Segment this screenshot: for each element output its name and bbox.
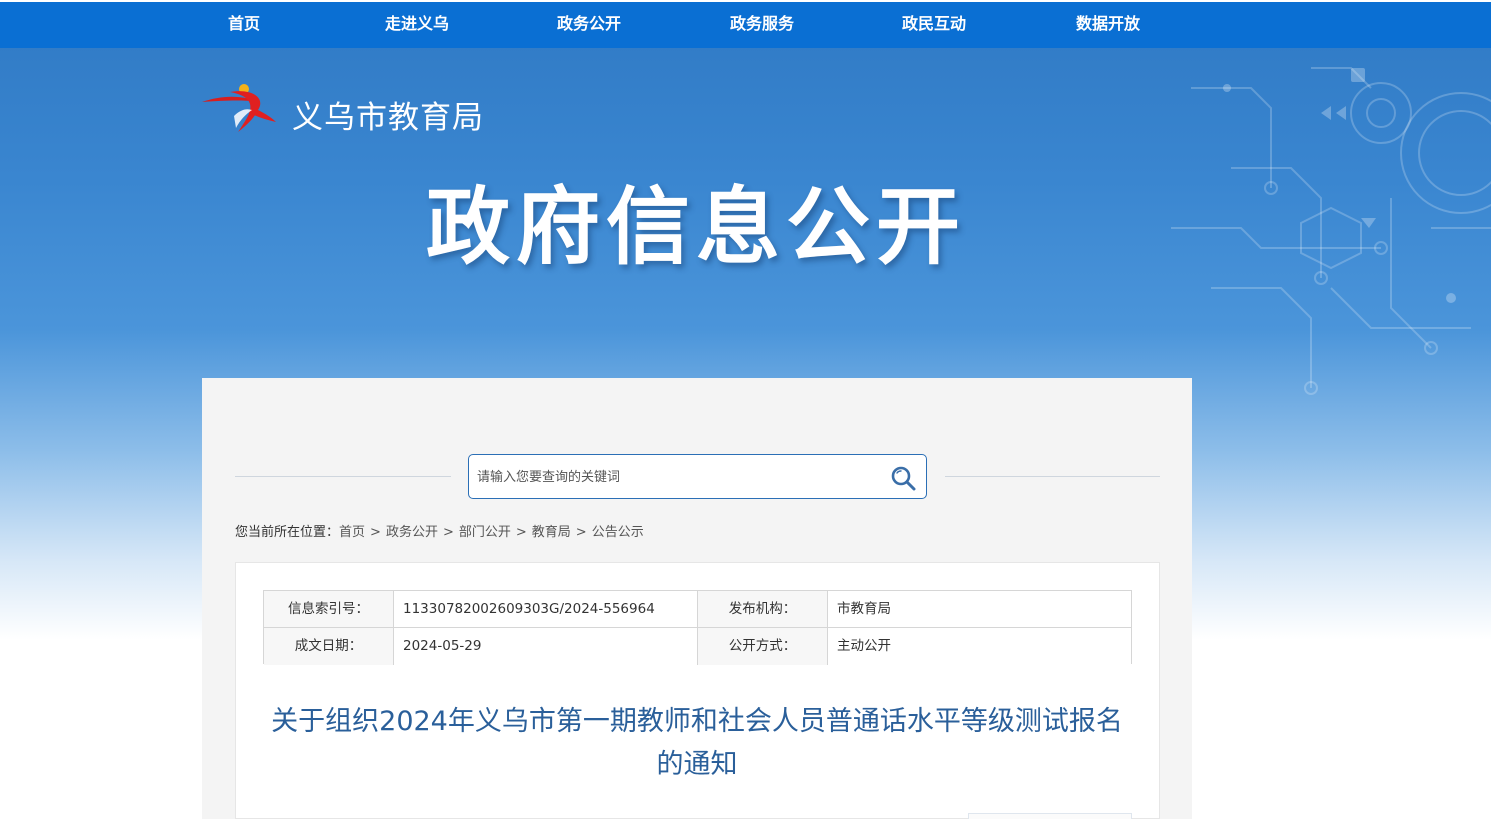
nav-item-government-affairs[interactable]: 政务公开 xyxy=(557,10,621,34)
education-bureau-logo-icon xyxy=(202,84,276,132)
breadcrumb-item-home[interactable]: 首页 xyxy=(339,525,365,540)
meta-index-label: 信息索引号： xyxy=(264,591,394,628)
nav-item-government-services[interactable]: 政务服务 xyxy=(730,10,794,34)
search-icon[interactable] xyxy=(889,464,917,492)
breadcrumb-prefix: 您当前所在位置： xyxy=(235,525,340,540)
breadcrumb-item-announcements[interactable]: 公告公示 xyxy=(592,525,644,540)
search-input[interactable] xyxy=(477,465,877,489)
breadcrumb-item-government-affairs[interactable]: 政务公开 xyxy=(386,525,438,540)
search-divider-left xyxy=(235,476,451,477)
breadcrumb-separator: > xyxy=(575,525,587,540)
meta-mode-value: 主动公开 xyxy=(828,628,1131,665)
document-title: 关于组织2024年义乌市第一期教师和社会人员普通话水平等级测试报名的通知 xyxy=(271,706,1123,780)
breadcrumb-separator: > xyxy=(442,525,454,540)
meta-date-value: 2024-05-29 xyxy=(394,628,698,665)
meta-mode-label: 公开方式： xyxy=(698,628,828,665)
search-box xyxy=(468,454,927,499)
breadcrumb-separator: > xyxy=(515,525,527,540)
font-size-toolbar[interactable] xyxy=(968,813,1132,819)
nav-item-about-yiwu[interactable]: 走进义乌 xyxy=(385,10,449,34)
search-divider-right xyxy=(945,476,1160,477)
site-logo[interactable]: 义乌市教育局 xyxy=(200,80,500,140)
meta-date-label: 成文日期： xyxy=(264,628,394,665)
nav-item-interaction[interactable]: 政民互动 xyxy=(902,10,966,34)
top-navigation: 首页 走进义乌 政务公开 政务服务 政民互动 数据开放 xyxy=(0,0,1491,48)
nav-item-home[interactable]: 首页 xyxy=(228,10,260,34)
meta-table: 信息索引号： 11330782002609303G/2024-556964 发布… xyxy=(263,590,1132,665)
banner-title: 政府信息公开 xyxy=(426,178,967,276)
site-name: 义乌市教育局 xyxy=(292,100,484,136)
meta-index-value: 11330782002609303G/2024-556964 xyxy=(394,591,698,628)
circuit-decoration-icon xyxy=(1171,67,1491,395)
breadcrumb: 您当前所在位置：首页 > 政务公开 > 部门公开 > 教育局 > 公告公示 xyxy=(235,521,644,540)
breadcrumb-item-department[interactable]: 部门公开 xyxy=(459,525,511,540)
meta-publisher-value: 市教育局 xyxy=(828,591,1131,628)
breadcrumb-separator: > xyxy=(370,525,381,540)
nav-item-open-data[interactable]: 数据开放 xyxy=(1076,10,1140,34)
breadcrumb-item-education-bureau[interactable]: 教育局 xyxy=(532,525,571,540)
meta-publisher-label: 发布机构： xyxy=(698,591,828,628)
